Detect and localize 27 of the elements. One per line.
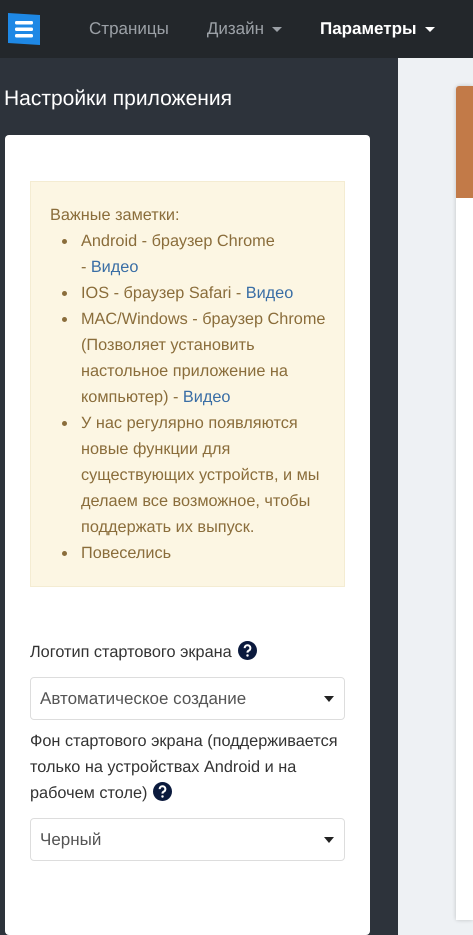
video-link[interactable]: Видео (90, 258, 138, 276)
caret-icon (324, 696, 334, 702)
bullet-icon (62, 551, 67, 556)
select-field[interactable]: Автоматическое создание (30, 677, 345, 720)
video-link[interactable]: Видео (182, 388, 230, 406)
bullet-icon (62, 239, 67, 244)
page-title: Настройки приложения (4, 87, 233, 111)
note-text: IOS - браузер Safari - Видео (81, 283, 294, 304)
logo-icon[interactable] (6, 11, 42, 47)
help-icon[interactable] (153, 782, 172, 801)
nav-link[interactable]: Параметры (320, 19, 435, 39)
note-text: У нас регулярно появляются новые функции для существующих устройств, и мы делаем все возможное, чтобы поддержать их выпуск. (81, 413, 321, 538)
select-field[interactable]: Черный (30, 818, 345, 861)
bullet-icon (62, 421, 67, 426)
help-icon[interactable] (238, 641, 257, 660)
nav-link[interactable]: Страницы (89, 19, 169, 39)
field-label: Логотип стартового экрана (30, 639, 257, 665)
note-text: MAC/Windows - браузер Chrome (Позволяет установить настольное приложение на компьютер) - Видео (81, 309, 326, 408)
notes-heading: Важные заметки: (50, 205, 181, 226)
nav-link[interactable]: Дизайн (206, 19, 282, 39)
caret-icon (324, 836, 334, 842)
video-link[interactable]: Видео (246, 284, 294, 302)
note-text: Повеселись (81, 543, 172, 564)
note-text: Android - браузер Chrome - Видео (81, 231, 276, 278)
bullet-icon (62, 317, 67, 322)
field-label: Фон стартового экрана (поддерживается только на устройствах Android и на рабочем столе) (30, 731, 339, 804)
bullet-icon (62, 291, 67, 296)
